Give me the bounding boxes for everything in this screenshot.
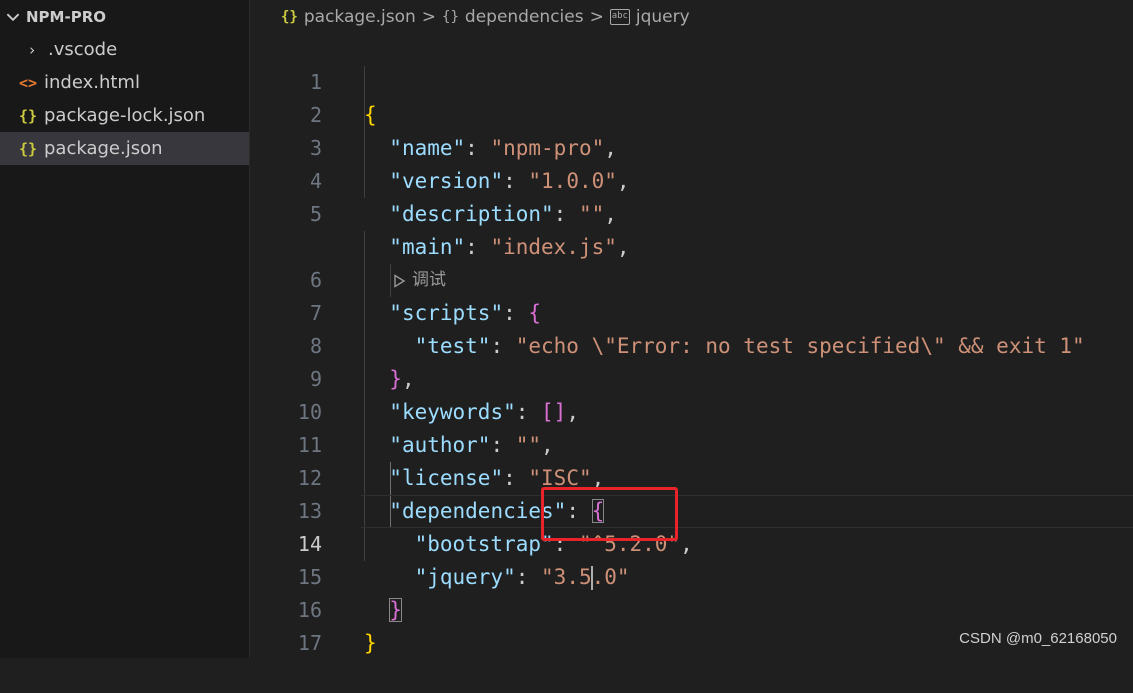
chevron-down-icon — [6, 13, 20, 21]
code-line: 3 "version": "1.0.0", — [251, 99, 1133, 193]
line-number: 17 — [297, 631, 322, 655]
json-file-icon: {} — [18, 139, 38, 158]
json-file-icon: {} — [18, 106, 38, 125]
code-line: 4 "description": "", — [251, 132, 1133, 226]
codelens-row: 调试 — [251, 198, 1133, 290]
html-file-icon: <> — [18, 73, 38, 92]
breadcrumb-separator: > — [421, 6, 437, 27]
tree-item-label: package.json — [44, 138, 163, 159]
breadcrumb-property[interactable]: jquery — [636, 7, 690, 27]
tree-item-index-html[interactable]: <> index.html — [0, 66, 249, 99]
watermark: CSDN @m0_62168050 — [959, 630, 1117, 647]
code-line: 12 "dependencies": { — [251, 429, 1133, 523]
object-icon: {} — [442, 8, 459, 25]
tree-item-label: index.html — [44, 72, 140, 93]
code-line-current: 14 "jquery": "3.5.0" — [251, 495, 1133, 590]
breadcrumb-file[interactable]: package.json — [304, 7, 416, 27]
code-line: 2 "name": "npm-pro", — [251, 66, 1133, 160]
code-line: 9 "keywords": [], — [251, 330, 1133, 424]
string-property-icon: abc — [609, 8, 630, 25]
breadcrumb-separator: > — [589, 6, 604, 27]
tree-item-label: package-lock.json — [44, 105, 206, 126]
annotation-highlight-box — [541, 487, 678, 541]
code-line: 1 { — [251, 33, 1133, 127]
tree-item-label: .vscode — [48, 39, 118, 60]
tree-item-vscode-folder[interactable]: › .vscode — [0, 33, 249, 66]
code-area[interactable]: 1 { 2 "name": "npm-pro", 3 "version": "1… — [251, 33, 1133, 655]
code-line: 10 "author": "", — [251, 363, 1133, 457]
code-line: 13 "bootstrap": "^5.2.0", — [251, 462, 1133, 556]
tree-item-package-lock-json[interactable]: {} package-lock.json — [0, 99, 249, 132]
explorer-folder-name: NPM-PRO — [26, 7, 106, 26]
code-line: 6 "scripts": { — [251, 231, 1133, 325]
code-line: 17 — [251, 594, 1133, 655]
code-line: 15 } — [251, 528, 1133, 622]
brace-token: } — [364, 631, 377, 655]
breadcrumb-object[interactable]: dependencies — [465, 7, 584, 27]
chevron-right-icon: › — [27, 40, 37, 59]
code-line: 5 "main": "index.js", — [251, 165, 1133, 259]
explorer-sidebar: NPM-PRO › .vscode <> index.html {} packa… — [0, 0, 250, 658]
breadcrumb: {} package.json > {} dependencies > abc … — [251, 0, 1133, 33]
code-line: 11 "license": "ISC", — [251, 396, 1133, 490]
json-file-icon: {} — [281, 8, 298, 25]
code-line: 8 }, — [251, 297, 1133, 391]
editor-pane: {} package.json > {} dependencies > abc … — [251, 0, 1133, 658]
tree-item-package-json[interactable]: {} package.json — [0, 132, 249, 165]
explorer-folder-header[interactable]: NPM-PRO — [0, 0, 249, 33]
code-line: 7 "test": "echo \"Error: no test specifi… — [251, 264, 1133, 358]
code-line: 16 } — [251, 561, 1133, 655]
